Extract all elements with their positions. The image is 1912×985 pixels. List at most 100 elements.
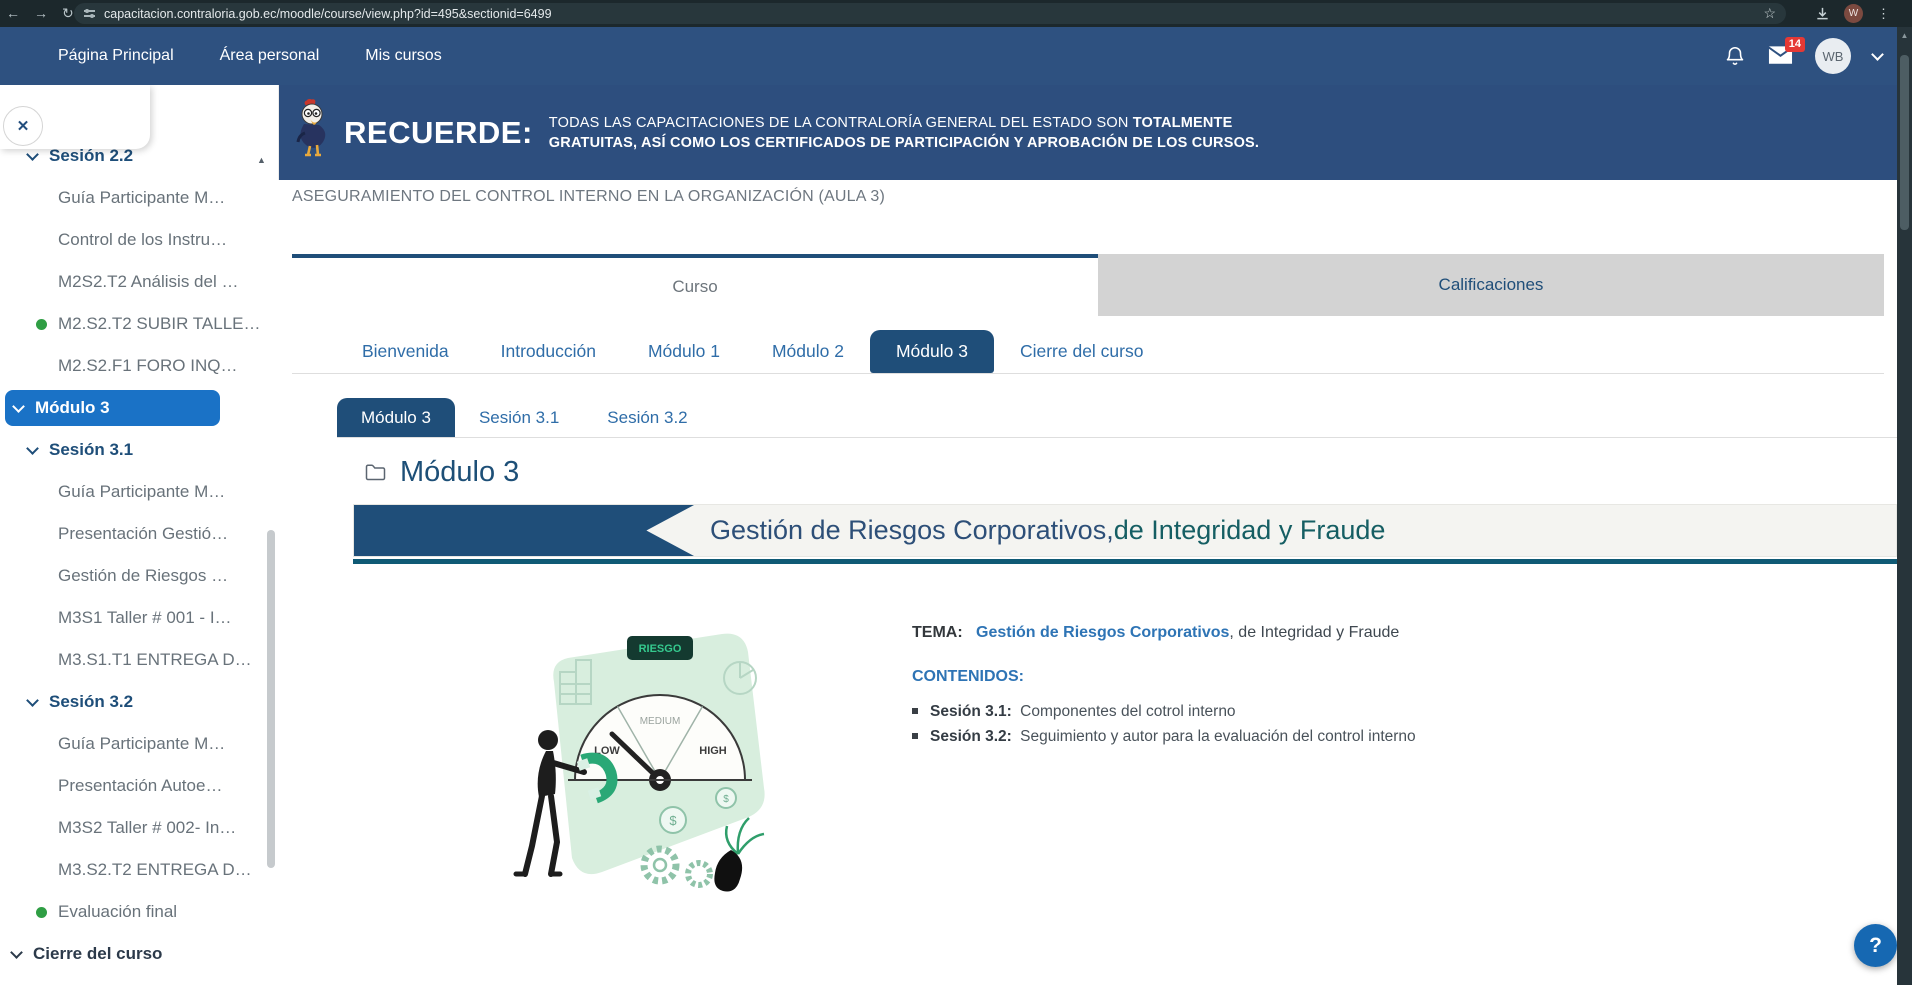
messages-icon[interactable]: 14 [1768,46,1793,66]
page-scrollbar[interactable]: ▲ [1897,27,1912,985]
sidebar-item-label: Guía Participante M… [58,188,225,208]
recuerde-title: RECUERDE: [344,115,533,151]
tab-modulo-2[interactable]: Módulo 2 [746,330,870,373]
close-drawer-button[interactable]: ✕ [3,106,43,146]
sidebar-item-label: Sesión 3.1 [49,440,133,460]
chevron-down-icon [26,148,39,161]
scrollbar-thumb[interactable] [1900,55,1909,230]
scroll-up-icon[interactable]: ▲ [1897,31,1912,40]
site-navbar: Página Principal Área personal Mis curso… [0,27,1912,85]
bullet-icon [912,733,918,739]
ribbon-title-secondary: de Integridad y Fraude [1114,515,1386,546]
sidebar-item-label: Módulo 3 [35,398,110,418]
sidebar-item-m3s2-taller[interactable]: M3S2 Taller # 002- In… [0,807,278,849]
sidebar-item-label: Guía Participante M… [58,482,225,502]
forward-icon[interactable]: → [34,0,48,27]
tema-line: TEMA: Gestión de Riesgos Corporativos, d… [912,624,1832,642]
sidebar-item-m2s2f1-foro[interactable]: M2.S2.F1 FORO INQ… [0,345,278,387]
sidebar-item-label: M3.S2.T2 ENTREGA D… [58,860,252,880]
gauge-high-label: HIGH [699,745,727,757]
nav-area-personal[interactable]: Área personal [220,47,320,65]
bookmark-star-icon[interactable]: ☆ [1763,5,1776,22]
recuerde-line1: TODAS LAS CAPACITACIONES DE LA CONTRALOR… [549,115,1133,131]
completion-dot-icon [36,319,47,330]
sidebar-scrollbar[interactable] [267,530,275,868]
sidebar-item-m3s1-taller[interactable]: M3S1 Taller # 001 - I… [0,597,278,639]
user-menu-chevron-icon[interactable] [1871,48,1884,61]
sidebar-item-sesion-3-2[interactable]: Sesión 3.2 [0,681,278,723]
course-content: ASEGURAMIENTO DEL CONTROL INTERNO EN LA … [278,180,1912,985]
dollar-icon: $ [723,794,729,805]
sidebar-item-m3s2t2-entrega[interactable]: M3.S2.T2 ENTREGA D… [0,849,278,891]
sidebar-item-guia-participante-32[interactable]: Guía Participante M… [0,723,278,765]
sidebar-item-label: Cierre del curso [33,944,162,964]
browser-window: ← → ↻ capacitacion.contraloria.gob.ec/mo… [0,0,1912,985]
sidebar-item-label: M3S2 Taller # 002- In… [58,818,236,838]
sidebar-item-label: M3S1 Taller # 001 - I… [58,608,232,628]
tab-cierre-del-curso[interactable]: Cierre del curso [994,330,1170,373]
sidebar-item-evaluacion-final[interactable]: Evaluación final [0,891,278,933]
tab-bienvenida[interactable]: Bienvenida [336,330,475,373]
bullet-session-label: Sesión 3.1: [930,703,1012,720]
tab-introduccion[interactable]: Introducción [475,330,622,373]
sidebar-item-label: Evaluación final [58,902,177,922]
tab-modulo-1[interactable]: Módulo 1 [622,330,746,373]
sidebar-item-m3s1t1-entrega[interactable]: M3.S1.T1 ENTREGA D… [0,639,278,681]
sidebar-item-label: Guía Participante M… [58,734,225,754]
notifications-bell-icon[interactable] [1724,45,1746,67]
ribbon-title-primary: Gestión de Riesgos Corporativos, [710,515,1114,546]
completion-dot-icon [36,907,47,918]
gauge-medium-label: MEDIUM [640,716,681,727]
sidebar-item-presentacion-gestion[interactable]: Presentación Gestió… [0,513,278,555]
section-heading: Módulo 3 [365,456,519,489]
sidebar-item-guia-participante[interactable]: Guía Participante M… [0,177,278,219]
help-button[interactable]: ? [1854,924,1897,967]
primary-navigation: Página Principal Área personal Mis curso… [58,27,442,85]
course-index-drawer: ✕ ▲ Sesión 2.2 Guía Participante M… Cont… [0,85,279,985]
dollar-icon: $ [669,813,677,828]
sidebar-scroll-up-icon[interactable]: ▲ [257,155,266,165]
site-settings-icon[interactable] [84,10,95,16]
reload-icon[interactable]: ↻ [62,0,74,27]
recuerde-line2: GRATUITAS, ASÍ COMO LOS CERTIFICADOS DE … [549,135,1259,151]
subtab-modulo-3[interactable]: Módulo 3 [337,398,455,437]
messages-count-badge: 14 [1785,37,1805,52]
address-bar[interactable]: capacitacion.contraloria.gob.ec/moodle/c… [74,3,1786,24]
browser-menu-icon[interactable]: ⋮ [1877,6,1890,22]
sidebar-item-control-instru[interactable]: Control de los Instru… [0,219,278,261]
tab-curso[interactable]: Curso [292,254,1098,316]
sidebar-item-modulo-3[interactable]: Módulo 3 [5,390,220,426]
sidebar-item-presentacion-autoe[interactable]: Presentación Autoe… [0,765,278,807]
tema-label: TEMA: [912,624,963,641]
sidebar-item-m2s2t2-subir[interactable]: M2.S2.T2 SUBIR TALLE… [0,303,278,345]
back-icon[interactable]: ← [6,0,20,27]
sidebar-item-m2s2t2-analisis[interactable]: M2S2.T2 Análisis del … [0,261,278,303]
nav-mis-cursos[interactable]: Mis cursos [365,47,441,65]
sidebar-item-guia-participante-31[interactable]: Guía Participante M… [0,471,278,513]
tab-modulo-3[interactable]: Módulo 3 [870,330,994,373]
ribbon-underline [353,559,1897,564]
recuerde-line1-bold: TOTALMENTE [1133,115,1233,131]
folder-icon [365,464,386,481]
sidebar-item-label: Sesión 3.2 [49,692,133,712]
tab-calificaciones[interactable]: Calificaciones [1098,254,1884,316]
url-text[interactable]: capacitacion.contraloria.gob.ec/moodle/c… [104,7,552,21]
list-item: Sesión 3.1: Componentes del cotrol inter… [912,702,1832,721]
section-heading-text: Módulo 3 [400,456,519,489]
nav-pagina-principal[interactable]: Página Principal [58,47,174,65]
contenidos-label: CONTENIDOS: [912,668,1832,686]
subtab-sesion-3-2[interactable]: Sesión 3.2 [583,398,711,437]
sidebar-item-gestion-riesgos[interactable]: Gestión de Riesgos … [0,555,278,597]
bullet-icon [912,708,918,714]
sidebar-item-cierre-del-curso[interactable]: Cierre del curso [0,933,278,975]
browser-profile-avatar[interactable]: W [1844,4,1863,23]
subtab-sesion-3-1[interactable]: Sesión 3.1 [455,398,583,437]
chevron-down-icon [26,694,39,707]
downloads-icon[interactable] [1815,6,1830,21]
sidebar-item-sesion-3-1[interactable]: Sesión 3.1 [0,429,278,471]
sidebar-item-label: M2S2.T2 Análisis del … [58,272,238,292]
browser-toolbar: ← → ↻ capacitacion.contraloria.gob.ec/mo… [0,0,1912,27]
user-avatar[interactable]: WB [1815,38,1851,74]
sidebar-item-label: Sesión 2.2 [49,146,133,166]
course-title: ASEGURAMIENTO DEL CONTROL INTERNO EN LA … [292,188,885,206]
